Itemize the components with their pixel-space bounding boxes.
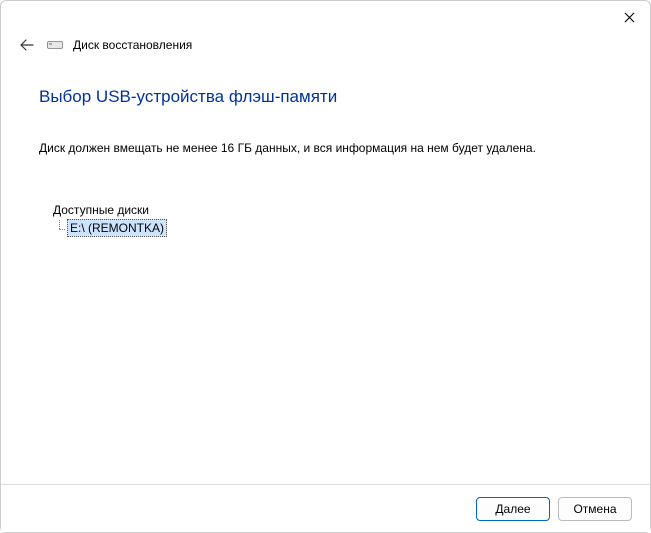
window-title: Диск восстановления xyxy=(73,38,192,52)
drives-section: Доступные диски E:\ (REMONTKA) xyxy=(1,155,650,237)
tree-connector-icon xyxy=(53,220,67,236)
disk-icon xyxy=(47,39,63,51)
drive-list-item[interactable]: E:\ (REMONTKA) xyxy=(53,219,650,237)
cancel-button[interactable]: Отмена xyxy=(558,497,632,521)
page-heading: Выбор USB-устройства флэш-памяти xyxy=(1,55,650,107)
close-icon xyxy=(624,12,635,23)
close-button[interactable] xyxy=(616,5,642,29)
header: Диск восстановления xyxy=(1,31,650,55)
drives-tree: E:\ (REMONTKA) xyxy=(53,219,650,237)
footer: Далее Отмена xyxy=(1,484,650,532)
back-arrow-icon xyxy=(19,37,35,53)
next-button[interactable]: Далее xyxy=(476,497,550,521)
back-button[interactable] xyxy=(17,35,37,55)
page-subtext: Диск должен вмещать не менее 16 ГБ данны… xyxy=(1,107,650,155)
titlebar xyxy=(1,1,650,31)
drive-item-label: E:\ (REMONTKA) xyxy=(67,219,167,237)
drives-label: Доступные диски xyxy=(53,203,650,217)
